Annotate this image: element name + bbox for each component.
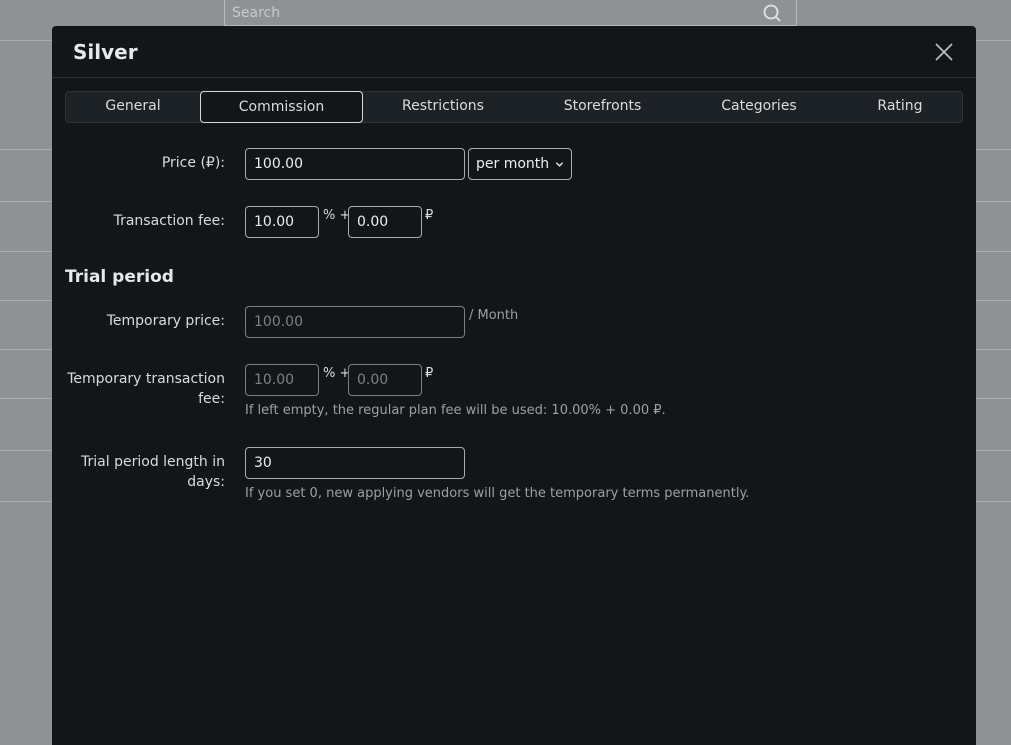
temporary-price-input[interactable]: 100.00 [245,306,465,338]
price-period-select[interactable]: per month [468,148,572,180]
background-divider [976,251,1011,252]
background-divider [976,149,1011,150]
tab-restrictions[interactable]: Restrictions [363,92,523,122]
temporary-fee-fixed-input[interactable]: 0.00 [348,364,422,396]
tab-bar: General Commission Restrictions Storefro… [65,91,963,123]
price-period-value: per month [476,156,550,172]
temporary-fee-label-line2: fee: [198,391,225,407]
currency-suffix: ₽ [425,208,434,223]
price-label: Price (₽): [161,155,225,171]
tab-general[interactable]: General [66,92,200,122]
background-divider [0,349,52,350]
background-divider [976,398,1011,399]
background-divider [0,40,52,41]
background-divider [0,201,52,202]
close-icon[interactable] [932,40,956,64]
transaction-fee-fixed-input[interactable]: 0.00 [348,206,422,238]
temporary-fee-hint: If left empty, the regular plan fee will… [245,403,666,418]
tab-categories[interactable]: Categories [682,92,836,122]
tab-storefronts[interactable]: Storefronts [523,92,682,122]
temporary-currency-suffix: ₽ [425,366,434,381]
trial-length-hint: If you set 0, new applying vendors will … [245,486,750,501]
price-input[interactable]: 100.00 [245,148,465,180]
background-divider [0,501,52,502]
search-icon [763,4,781,22]
trial-period-heading: Trial period [65,267,174,287]
background-divider [0,149,52,150]
background-divider [976,201,1011,202]
background-divider [0,251,52,252]
background-search-input: Search [224,0,797,26]
trial-length-label-line2: days: [187,474,225,490]
background-search-placeholder: Search [232,5,281,21]
transaction-fee-label: Transaction fee: [113,213,225,229]
transaction-fee-percent-input[interactable]: 10.00 [245,206,319,238]
dialog-title: Silver [73,40,138,64]
percent-plus-suffix: % + [323,208,351,223]
background-divider [0,398,52,399]
tab-rating[interactable]: Rating [836,92,964,122]
trial-length-label-line1: Trial period length in [81,454,225,470]
background-divider [976,501,1011,502]
background-divider [976,40,1011,41]
background-divider [976,349,1011,350]
dialog-header: Silver [52,26,976,78]
temporary-price-suffix: / Month [469,308,519,323]
background-divider [976,300,1011,301]
background-divider [0,450,52,451]
chevron-down-icon [555,162,564,167]
plan-edit-dialog: Silver General Commission Restrictions S… [52,26,976,745]
background-divider [0,300,52,301]
temporary-fee-label-line1: Temporary transaction [67,371,225,387]
trial-length-input[interactable]: 30 [245,447,465,479]
temporary-fee-percent-input[interactable]: 10.00 [245,364,319,396]
temporary-percent-plus-suffix: % + [323,366,351,381]
background-divider [976,450,1011,451]
tab-commission[interactable]: Commission [200,91,363,123]
temporary-price-label: Temporary price: [106,313,225,329]
